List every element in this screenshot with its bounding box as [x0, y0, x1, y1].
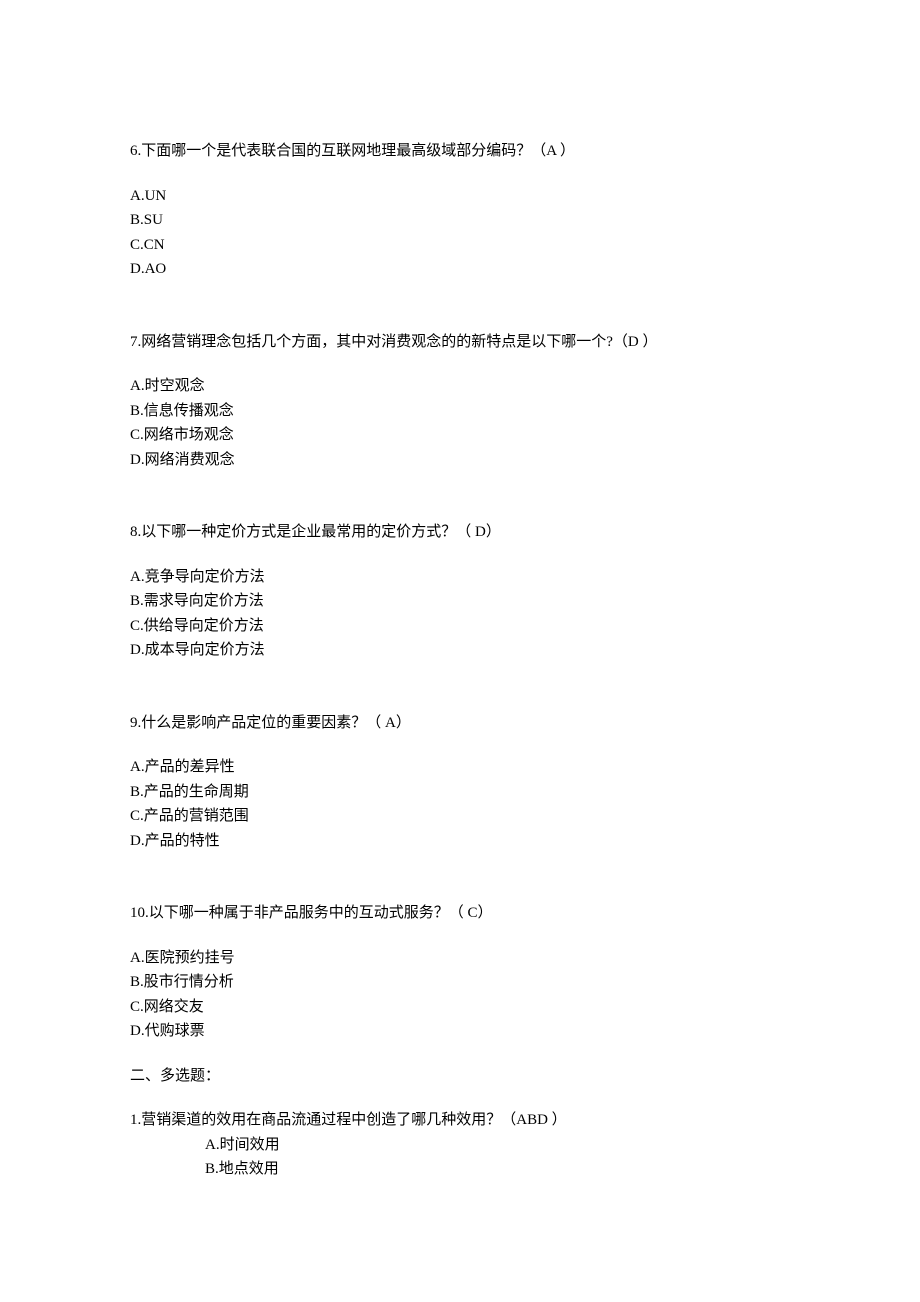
- question-8-text: 8.以下哪一种定价方式是企业最常用的定价方式？（ D）: [130, 521, 790, 544]
- question-10: 10.以下哪一种属于非产品服务中的互动式服务？（ C） A.医院预约挂号 B.股…: [130, 902, 790, 1043]
- question-7-option-b: B.信息传播观念: [130, 400, 790, 423]
- question-6-option-a: A.UN: [130, 185, 790, 208]
- question-6: 6.下面哪一个是代表联合国的互联网地理最高级域部分编码？（A ） A.UN B.…: [130, 140, 790, 281]
- question-10-option-b: B.股市行情分析: [130, 971, 790, 994]
- question-9-option-a: A.产品的差异性: [130, 756, 790, 779]
- question-10-option-d: D.代购球票: [130, 1020, 790, 1043]
- multi-question-1: 1.营销渠道的效用在商品流通过程中创造了哪几种效用？（ABD ） A.时间效用 …: [130, 1109, 790, 1181]
- question-7-option-a: A.时空观念: [130, 375, 790, 398]
- question-10-option-c: C.网络交友: [130, 996, 790, 1019]
- question-7-option-c: C.网络市场观念: [130, 424, 790, 447]
- question-6-option-c: C.CN: [130, 234, 790, 257]
- question-6-option-b: B.SU: [130, 209, 790, 232]
- question-8-option-c: C.供给导向定价方法: [130, 615, 790, 638]
- question-10-text: 10.以下哪一种属于非产品服务中的互动式服务？（ C）: [130, 902, 790, 925]
- multi-question-1-option-b: B.地点效用: [130, 1158, 790, 1181]
- section-2-title: 二、多选题：: [130, 1065, 790, 1088]
- question-9-option-c: C.产品的营销范围: [130, 805, 790, 828]
- question-8-option-d: D.成本导向定价方法: [130, 639, 790, 662]
- question-9-option-d: D.产品的特性: [130, 830, 790, 853]
- question-9-option-b: B.产品的生命周期: [130, 781, 790, 804]
- question-7: 7.网络营销理念包括几个方面，其中对消费观念的的新特点是以下哪一个?（D ） A…: [130, 331, 790, 472]
- question-10-option-a: A.医院预约挂号: [130, 947, 790, 970]
- question-6-option-d: D.AO: [130, 258, 790, 281]
- multi-question-1-text: 1.营销渠道的效用在商品流通过程中创造了哪几种效用？（ABD ）: [130, 1109, 790, 1132]
- question-8-option-b: B.需求导向定价方法: [130, 590, 790, 613]
- question-8-option-a: A.竞争导向定价方法: [130, 566, 790, 589]
- document-page: 6.下面哪一个是代表联合国的互联网地理最高级域部分编码？（A ） A.UN B.…: [0, 0, 920, 1302]
- question-8: 8.以下哪一种定价方式是企业最常用的定价方式？（ D） A.竞争导向定价方法 B…: [130, 521, 790, 662]
- question-7-text: 7.网络营销理念包括几个方面，其中对消费观念的的新特点是以下哪一个?（D ）: [130, 331, 790, 354]
- question-7-option-d: D.网络消费观念: [130, 449, 790, 472]
- question-9-text: 9.什么是影响产品定位的重要因素？（ A）: [130, 712, 790, 735]
- multi-question-1-option-a: A.时间效用: [130, 1134, 790, 1157]
- question-6-text: 6.下面哪一个是代表联合国的互联网地理最高级域部分编码？（A ）: [130, 140, 790, 163]
- question-9: 9.什么是影响产品定位的重要因素？（ A） A.产品的差异性 B.产品的生命周期…: [130, 712, 790, 853]
